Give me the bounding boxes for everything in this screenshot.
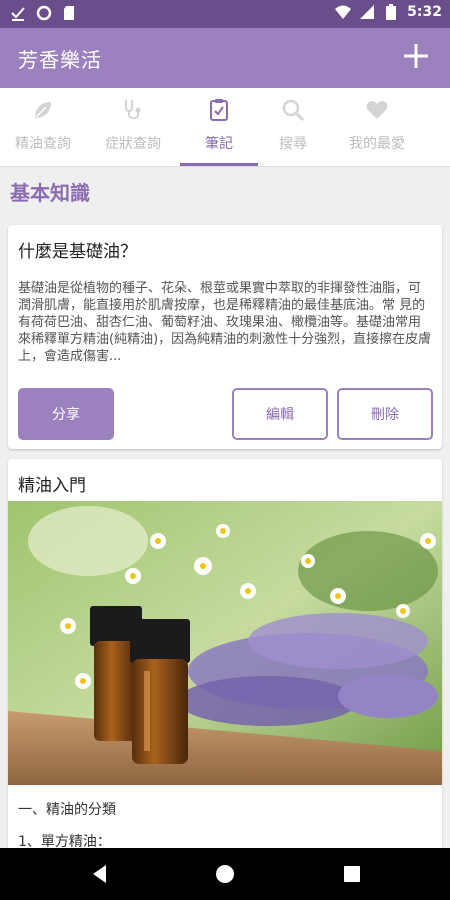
intro-card[interactable]: 精油入門 一、精油的分類 1、單方精油：: [8, 459, 442, 848]
intro-subheading: 1、單方精油：: [18, 834, 111, 848]
battery-icon: [386, 4, 397, 20]
back-icon[interactable]: [88, 862, 112, 886]
circle-icon: [36, 5, 52, 21]
home-icon[interactable]: [213, 862, 237, 886]
section-title: 基本知識: [10, 181, 90, 205]
tab-label: 症狀查詢: [105, 136, 161, 152]
tab-essential-oil-lookup[interactable]: 精油查詢: [0, 88, 86, 166]
status-time: 5:32: [407, 4, 442, 20]
notes-content[interactable]: 基本知識 什麼是基礎油？ 基礎油是從植物的種子、花朵、根莖或果實中萃取的非揮發性…: [0, 167, 450, 848]
intro-section-heading: 一、精油的分類: [18, 802, 116, 818]
note-body: 基礎油是從植物的種子、花朵、根莖或果實中萃取的非揮發性油脂，可潤滑肌膚，能直接用…: [18, 281, 432, 364]
clipboard-icon: [210, 99, 228, 121]
active-tab-indicator: [180, 163, 258, 166]
check-download-icon: [11, 7, 25, 21]
essential-oil-photo: [8, 501, 442, 785]
tab-symptom-lookup[interactable]: 症狀查詢: [90, 88, 176, 166]
stethoscope-icon: [125, 100, 141, 119]
tab-bar: 精油查詢 症狀查詢 筆記 搜尋 我的最愛: [0, 88, 450, 167]
leaf-icon: [35, 102, 51, 118]
plus-icon: [404, 44, 428, 68]
tab-search[interactable]: 搜尋: [250, 88, 336, 166]
tab-label: 精油查詢: [15, 136, 71, 152]
app-bar: 芳香樂活: [0, 28, 450, 88]
tab-label: 搜尋: [279, 136, 307, 152]
tab-label: 我的最愛: [349, 136, 405, 152]
app-title: 芳香樂活: [18, 48, 102, 72]
tab-favorites[interactable]: 我的最愛: [334, 88, 420, 166]
share-button[interactable]: 分享: [18, 388, 114, 440]
signal-icon: [360, 5, 375, 19]
wifi-icon: [335, 5, 352, 19]
recents-icon[interactable]: [340, 862, 364, 886]
navigation-bar: [0, 848, 450, 900]
heart-icon: [366, 101, 388, 119]
add-button[interactable]: [398, 38, 434, 74]
note-card[interactable]: 什麼是基礎油？ 基礎油是從植物的種子、花朵、根莖或果實中萃取的非揮發性油脂，可潤…: [8, 225, 442, 449]
edit-button[interactable]: 編輯: [232, 388, 328, 440]
delete-button[interactable]: 刪除: [337, 388, 433, 440]
note-title: 什麼是基礎油？: [18, 242, 137, 262]
sd-card-icon: [64, 6, 74, 20]
intro-title: 精油入門: [18, 476, 86, 496]
status-bar: 5:32: [0, 0, 450, 28]
search-icon: [282, 99, 305, 122]
